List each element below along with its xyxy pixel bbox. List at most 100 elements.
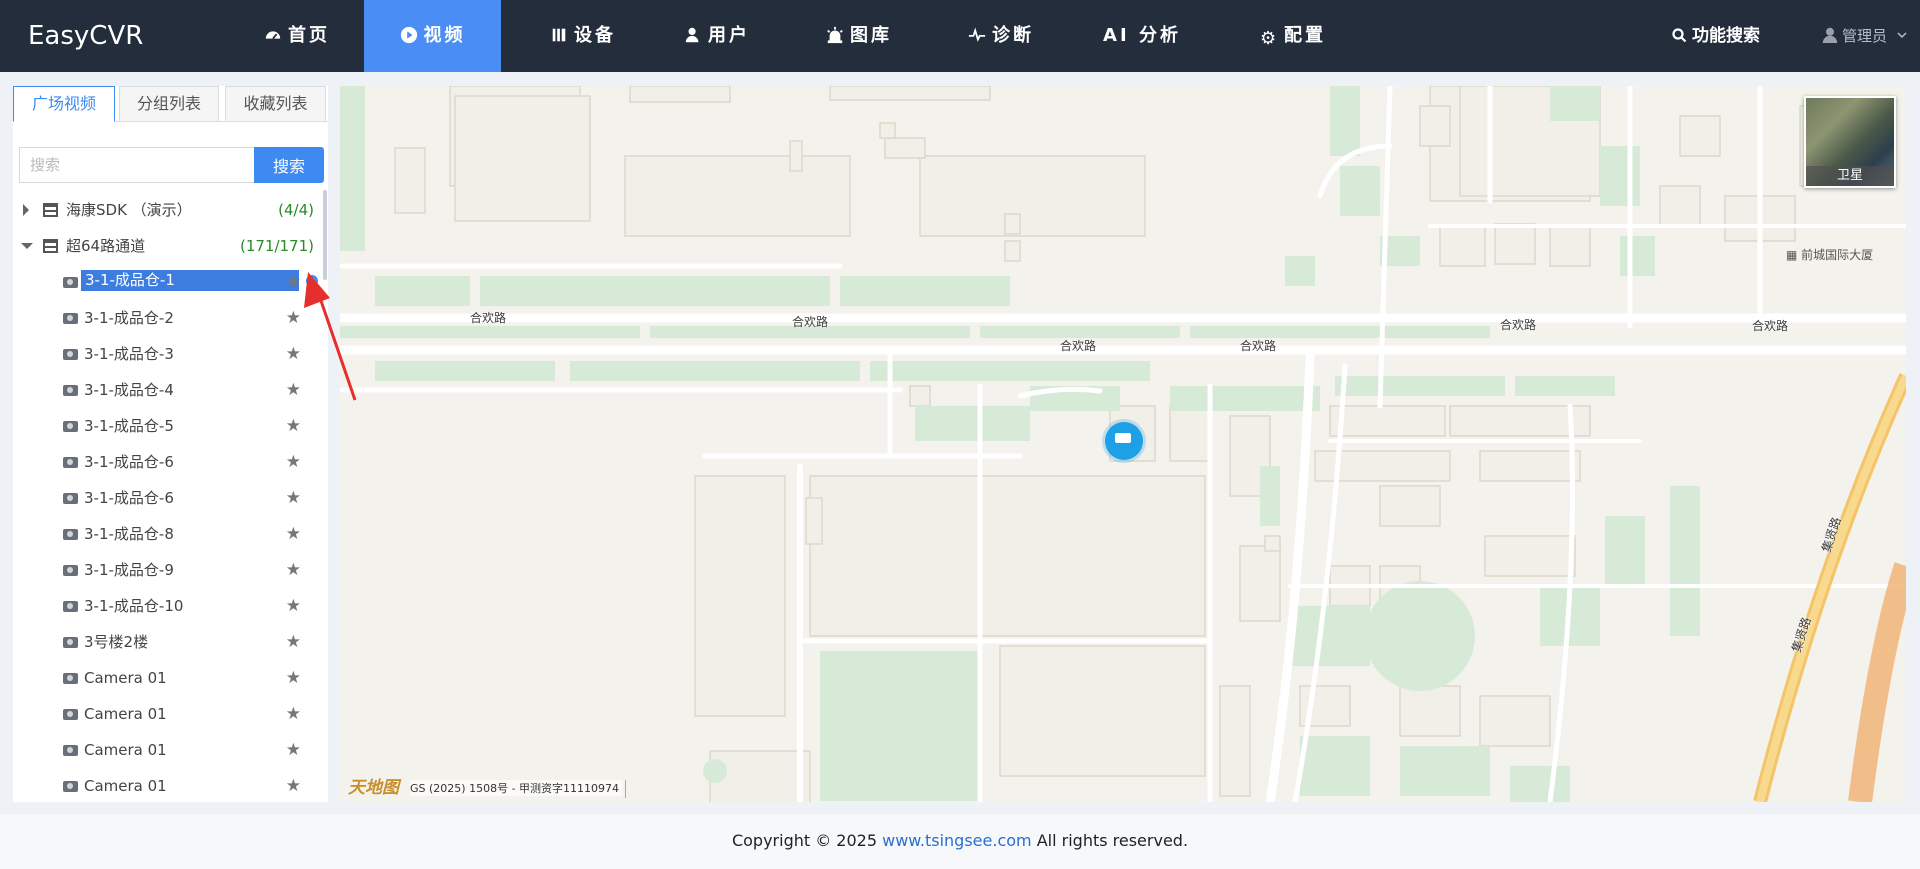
camera-icon [63,565,78,576]
star-icon[interactable]: ★ [286,300,301,336]
feature-search[interactable]: 功能搜索 [1672,0,1760,72]
camera-label: 3-1-成品仓-4 [84,381,174,399]
camera-item[interactable]: 3-1-成品仓-8 ★ [13,516,328,552]
camera-label: Camera 01 [84,705,167,723]
dashboard-icon [265,31,281,40]
rights-text: All rights reserved. [1031,831,1189,850]
camera-icon [63,421,78,432]
star-icon[interactable]: ★ [286,624,301,660]
group-count: (4/4) [278,201,314,219]
camera-label: 3号楼2楼 [84,633,149,651]
camera-label: 3-1-成品仓-10 [84,597,184,615]
camera-icon [63,673,78,684]
gear-icon: ⚙ [1260,28,1280,49]
camera-icon [63,529,78,540]
tianditu-logo: 天地图 [348,778,399,798]
footer: Copyright © 2025 www.tsingsee.com All ri… [0,814,1920,869]
alarm-icon [827,26,843,44]
caret-down-icon[interactable] [21,243,33,249]
star-icon[interactable]: ★ [286,588,301,624]
camera-item[interactable]: 3-1-成品仓-3 ★ [13,336,328,372]
camera-item[interactable]: 3-1-成品仓-4 ★ [13,372,328,408]
camera-icon [63,493,78,504]
camera-item[interactable]: 3-1-成品仓-10 ★ [13,588,328,624]
tab-favorites[interactable]: 收藏列表 [225,86,326,122]
camera-label: Camera 01 [84,777,167,795]
star-icon[interactable]: ★ [286,516,301,552]
server-icon [43,203,58,217]
group-label: 超64路通道 [66,237,146,255]
star-icon[interactable]: ★ [286,552,301,588]
poi-label: ▦ 前城国际大厦 [1786,248,1874,262]
tab-group-list[interactable]: 分组列表 [119,86,219,122]
star-icon[interactable]: ★ [286,444,301,480]
nav-user[interactable]: 用户 [664,0,770,72]
nav-device[interactable]: 设备 [530,0,636,72]
camera-label: 3-1-成品仓-2 [84,309,174,327]
annotation-arrow-icon [304,272,357,401]
camera-icon [63,313,78,324]
building-icon: ▦ [1786,248,1802,262]
nav-config[interactable]: ⚙ 配置 [1240,0,1346,72]
nav-ai-analysis[interactable]: AI 分析 [1092,0,1192,72]
play-circle-icon [400,26,417,44]
star-icon[interactable]: ★ [286,696,301,732]
camera-item[interactable]: Camera 01 ★ [13,660,328,696]
camera-item[interactable]: Camera 01 ★ [13,732,328,768]
map-attribution: GS (2025) 1508号 - 甲测资字11110974 [410,780,624,796]
user-menu[interactable]: 管理员 [1822,0,1908,72]
attribution-divider [625,780,626,798]
camera-label: 3-1-成品仓-8 [84,525,174,543]
camera-item[interactable]: 3-1-成品仓-6 ★ [13,444,328,480]
camera-label: 3-1-成品仓-9 [84,561,174,579]
tree-group-64ch[interactable]: 超64路通道 (171/171) [13,228,328,264]
camera-item[interactable]: 3-1-成品仓-2 ★ [13,300,328,336]
road-label: 合欢路 [1752,319,1789,333]
nav-gallery[interactable]: 图库 [806,0,912,72]
satellite-toggle[interactable]: 卫星 [1804,96,1896,188]
camera-item[interactable]: 3号楼2楼 ★ [13,624,328,660]
star-icon[interactable]: ★ [286,408,301,444]
camera-item[interactable]: Camera 01 ★ [13,696,328,732]
camera-item[interactable]: 3-1-成品仓-6 ★ [13,480,328,516]
camera-marker-icon[interactable] [1105,422,1143,460]
star-icon[interactable]: ★ [286,660,301,696]
map-view[interactable]: 合欢路 合欢路 合欢路 合欢路 合欢路 合欢路 集贤路 集贤路 ▦ 前城国际大厦… [340,86,1906,802]
camera-label: 3-1-成品仓-5 [84,417,174,435]
search-input[interactable] [19,147,261,183]
camera-label: 3-1-成品仓-6 [84,453,174,471]
camera-icon [63,277,78,288]
star-icon[interactable]: ★ [286,372,301,408]
nav-home[interactable]: 首页 [244,0,350,72]
camera-item[interactable]: 3-1-成品仓-9 ★ [13,552,328,588]
star-icon[interactable]: ★ [286,264,301,300]
brand-logo: EasyCVR [28,21,144,51]
road-label: 合欢路 [1240,339,1277,353]
search-button[interactable]: 搜索 [254,147,324,183]
camera-icon [63,637,78,648]
star-icon[interactable]: ★ [286,480,301,516]
nav-video[interactable]: 视频 [364,0,501,72]
camera-label: Camera 01 [84,741,167,759]
satellite-label: 卫星 [1806,166,1894,186]
top-nav: EasyCVR 首页 视频 设备 用户 图库 诊断 AI 分析 ⚙ 配置 功能搜索… [0,0,1920,72]
star-icon[interactable]: ★ [286,732,301,768]
star-icon[interactable]: ★ [286,336,301,372]
sidebar: 广场视频 分组列表 收藏列表 搜索 海康SDK （演示） (4/4) 超64路通… [13,86,328,802]
company-link[interactable]: www.tsingsee.com [882,831,1032,850]
star-icon[interactable]: ★ [286,768,301,802]
tab-square-video[interactable]: 广场视频 [13,86,115,122]
camera-item[interactable]: Camera 01 ★ [13,768,328,802]
camera-label: 3-1-成品仓-1 [81,270,299,291]
tree-group-hik[interactable]: 海康SDK （演示） (4/4) [13,192,328,228]
camera-item[interactable]: 3-1-成品仓-5 ★ [13,408,328,444]
user-icon [685,27,699,43]
caret-right-icon[interactable] [23,204,29,216]
nav-diagnosis[interactable]: 诊断 [948,0,1054,72]
road-label: 合欢路 [1500,318,1537,332]
search-icon [1672,28,1687,43]
camera-icon [63,781,78,792]
camera-label: 3-1-成品仓-6 [84,489,174,507]
group-label: 海康SDK （演示） [66,201,192,219]
camera-item[interactable]: 3-1-成品仓-1 ★ [13,264,328,300]
